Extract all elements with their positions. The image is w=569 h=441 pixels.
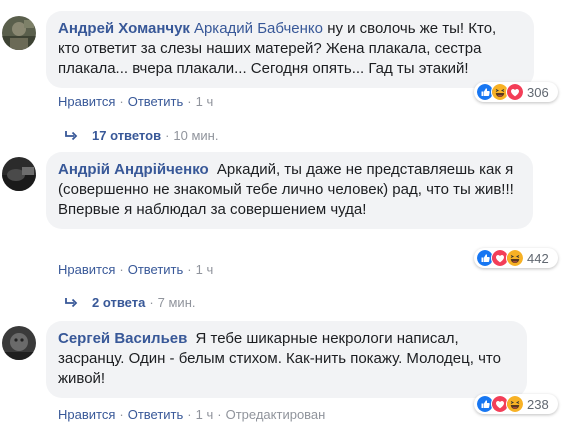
separator: · bbox=[217, 407, 222, 422]
haha-icon bbox=[506, 249, 524, 267]
like-button[interactable]: Нравится bbox=[58, 407, 115, 422]
comment-author[interactable]: Андрей Хоманчук bbox=[58, 20, 190, 37]
separator: · bbox=[149, 295, 154, 310]
comment-time[interactable]: 1 ч bbox=[196, 262, 214, 277]
reaction-count: 238 bbox=[527, 396, 549, 412]
reply-button[interactable]: Ответить bbox=[128, 407, 184, 422]
separator: · bbox=[187, 262, 192, 277]
edited-label[interactable]: Отредактирован bbox=[226, 407, 326, 422]
love-icon bbox=[506, 83, 524, 101]
separator: · bbox=[187, 407, 192, 422]
reply-button[interactable]: Ответить bbox=[128, 262, 184, 277]
comment-bubble: Андрей Хоманчук Аркадий Бабченко ну и сво… bbox=[46, 11, 534, 88]
comment-time[interactable]: 1 ч bbox=[196, 407, 214, 422]
comment-author[interactable]: Андрій Андрійченко bbox=[58, 161, 209, 178]
replies-time: 7 мин. bbox=[157, 295, 196, 310]
reactions-summary[interactable]: 306 bbox=[474, 82, 558, 102]
replies-time: 10 мин. bbox=[173, 128, 219, 143]
separator: · bbox=[187, 94, 192, 109]
view-replies-link[interactable]: 17 ответов · 10 мин. bbox=[64, 128, 218, 144]
reactions-summary[interactable]: 238 bbox=[474, 394, 558, 414]
like-button[interactable]: Нравится bbox=[58, 94, 115, 109]
view-replies-link[interactable]: 2 ответа · 7 мин. bbox=[64, 295, 196, 311]
separator: · bbox=[119, 262, 124, 277]
comment-time[interactable]: 1 ч bbox=[196, 94, 214, 109]
separator: · bbox=[119, 94, 124, 109]
comment-bubble: Андрій Андрійченко Аркадий, ты даже не п… bbox=[46, 152, 533, 229]
comment-actions: Нравится · Ответить · 1 ч bbox=[58, 94, 213, 110]
avatar[interactable] bbox=[2, 157, 36, 191]
reaction-count: 442 bbox=[527, 250, 549, 266]
reactions-summary[interactable]: 442 bbox=[474, 248, 558, 268]
comment-bubble: Сергей Васильев Я тебе шикарные некролог… bbox=[46, 321, 527, 398]
replies-count[interactable]: 2 ответа bbox=[92, 295, 145, 311]
haha-icon bbox=[506, 395, 524, 413]
replies-count[interactable]: 17 ответов bbox=[92, 128, 161, 144]
separator: · bbox=[119, 407, 124, 422]
separator: · bbox=[165, 128, 170, 143]
avatar[interactable] bbox=[2, 326, 36, 360]
reply-button[interactable]: Ответить bbox=[128, 94, 184, 109]
comment-actions: Нравится · Ответить · 1 ч · Отредактирован bbox=[58, 407, 325, 423]
reply-arrow-icon bbox=[65, 298, 78, 308]
comment-author[interactable]: Сергей Васильев bbox=[58, 330, 187, 347]
avatar[interactable] bbox=[2, 16, 36, 50]
comment-actions: Нравится · Ответить · 1 ч bbox=[58, 262, 213, 278]
mention-link[interactable]: Аркадий Бабченко bbox=[194, 20, 323, 37]
like-button[interactable]: Нравится bbox=[58, 262, 115, 277]
comment-text: Впервые я наблюдал за совершением чуда! bbox=[58, 201, 367, 218]
reaction-count: 306 bbox=[527, 84, 549, 100]
reply-arrow-icon bbox=[65, 131, 78, 141]
